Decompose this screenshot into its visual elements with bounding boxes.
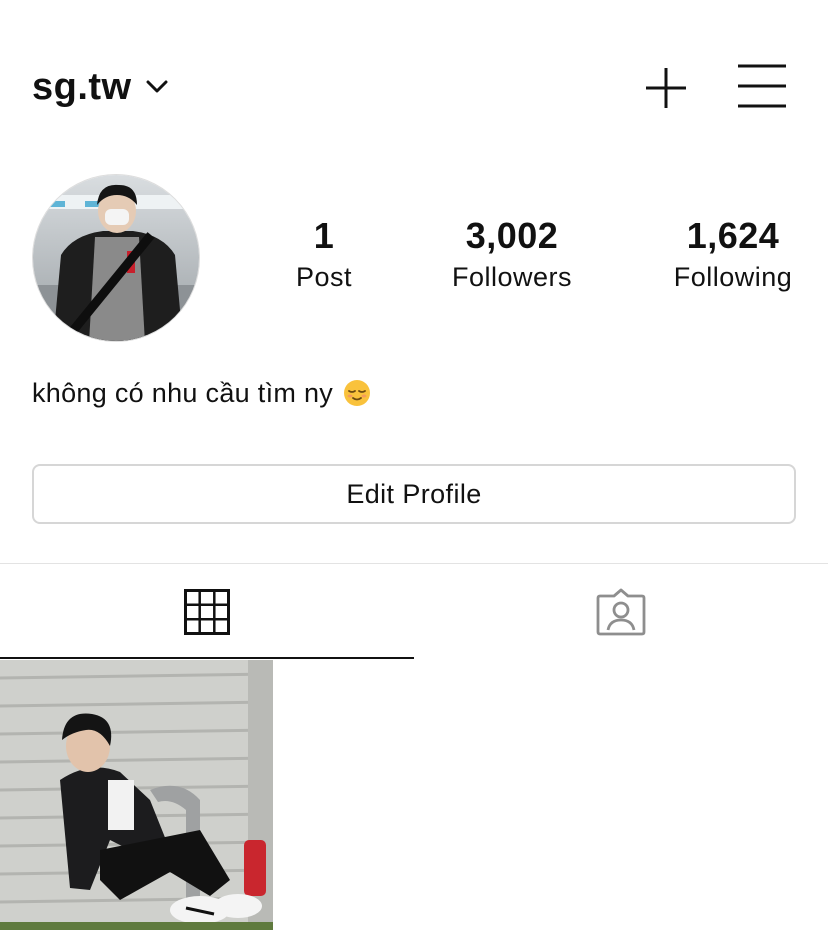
avatar-photo [33, 175, 199, 341]
username: sg.tw [32, 66, 132, 108]
tagged-person-icon [596, 588, 646, 636]
posts-stat[interactable]: 1 Post [274, 214, 374, 294]
followers-count: 3,002 [465, 215, 559, 256]
account-switcher[interactable]: sg.tw [32, 66, 168, 108]
bio-text: không có nhu cầu tìm ny [32, 378, 334, 408]
relieved-face-emoji [344, 380, 371, 406]
followers-stat[interactable]: 3,002 Followers [432, 214, 592, 294]
bio: không có nhu cầu tìm ny [32, 375, 371, 411]
following-stat[interactable]: 1,624 Following [656, 214, 810, 294]
posts-count: 1 [313, 215, 335, 256]
chevron-down-icon [146, 80, 168, 93]
tab-grid[interactable] [0, 564, 414, 660]
profile-header: sg.tw [0, 0, 828, 150]
posts-label: Post [295, 262, 353, 292]
active-tab-indicator [0, 657, 414, 659]
plus-icon[interactable] [644, 66, 688, 110]
post-thumbnail[interactable] [0, 660, 273, 930]
tab-tagged[interactable] [414, 564, 828, 660]
followers-label: Followers [451, 262, 573, 292]
post-photo [0, 660, 273, 930]
following-count: 1,624 [686, 215, 780, 256]
edit-profile-button[interactable]: Edit Profile [32, 464, 796, 524]
following-label: Following [673, 262, 793, 292]
hamburger-menu-icon[interactable] [736, 62, 788, 110]
avatar[interactable] [32, 174, 200, 342]
grid-icon [184, 589, 230, 635]
